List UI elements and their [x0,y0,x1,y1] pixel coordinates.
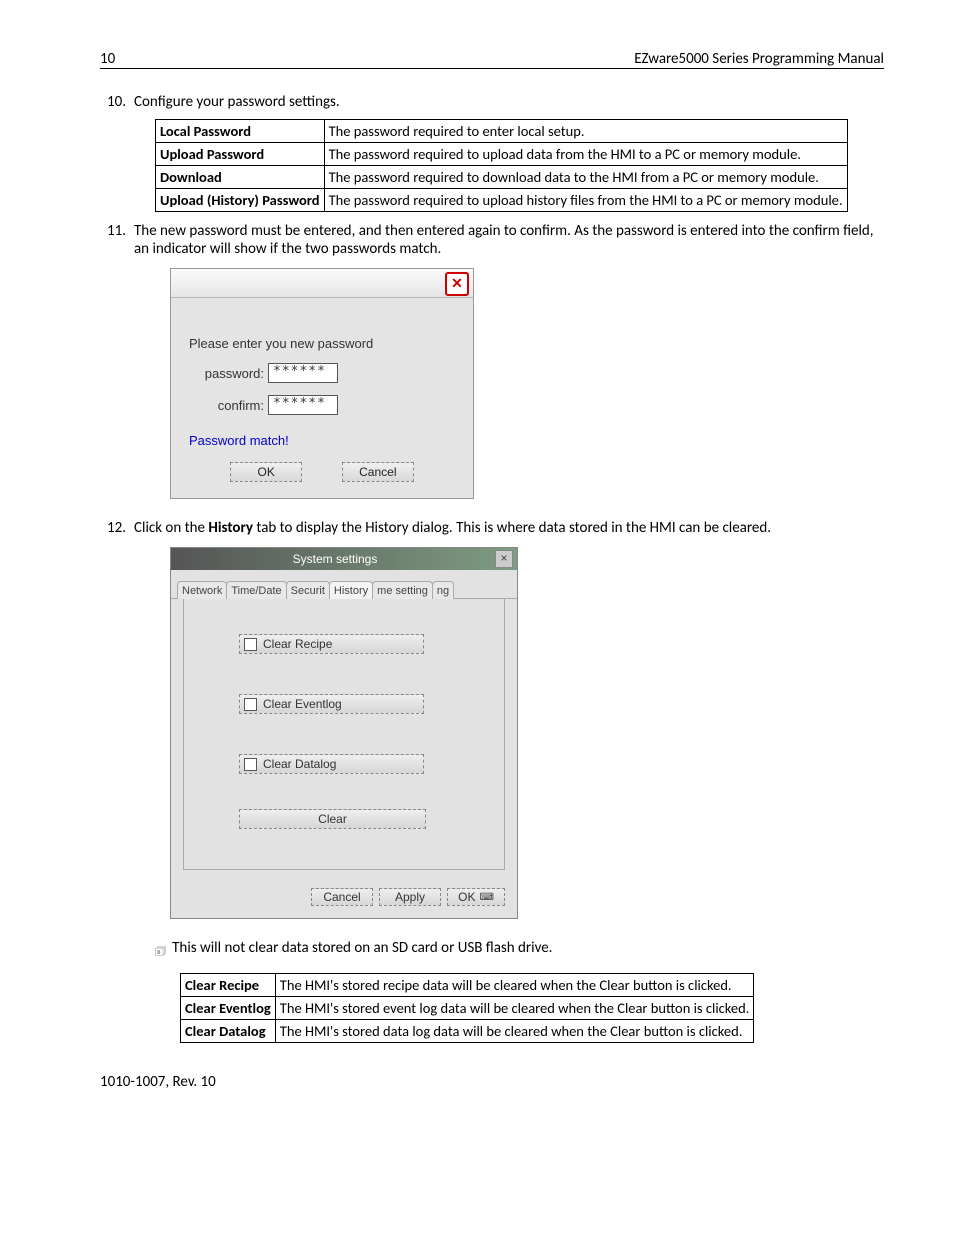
tab-partial-2[interactable]: ng [432,581,454,599]
history-panel: Clear Recipe Clear Eventlog Clear Datalo… [183,599,505,870]
password-definitions-table: Local Password The password required to … [155,119,848,212]
note: 🗊 This will not clear data stored on an … [155,939,884,963]
step-text: Configure your password settings. [134,93,884,111]
term: Clear Eventlog [181,997,276,1020]
definition: The HMI's stored event log data will be … [275,997,754,1020]
term: Clear Datalog [181,1020,276,1043]
system-settings-dialog-figure: System settings × Network Time/Date Secu… [170,547,518,919]
step-number: 10. [100,93,134,111]
definition: The password required to upload data fro… [324,143,847,166]
dialog-titlebar: System settings × [171,548,517,570]
page-header: 10 EZware5000 Series Programming Manual [100,50,884,69]
dialog-prompt: Please enter you new password [189,336,455,351]
password-dialog-figure: ✕ Please enter you new password password… [170,268,474,499]
step-number: 11. [100,222,134,258]
term: Download [156,166,325,189]
step-text: Click on the History tab to display the … [134,519,884,537]
term: Clear Recipe [181,974,276,997]
definition: The password required to download data t… [324,166,847,189]
password-field[interactable]: ****** [268,363,338,383]
step-12: 12. Click on the History tab to display … [100,519,884,537]
tab-security[interactable]: Securit [286,581,330,599]
footer-revision: 1010-1007, Rev. 10 [100,1073,884,1091]
checkbox-icon [244,698,257,711]
dialog-title: System settings [175,552,495,566]
definition: The HMI's stored data log data will be c… [275,1020,754,1043]
term: Local Password [156,120,325,143]
password-label: password: [189,366,264,381]
page-number: 10 [100,50,115,68]
password-match-indicator: Password match! [189,433,455,448]
ok-button[interactable]: OK⌨ [447,888,505,906]
keyboard-icon: ⌨ [479,892,493,903]
clear-datalog-checkbox[interactable]: Clear Datalog [239,754,424,774]
term: Upload Password [156,143,325,166]
definition: The password required to upload history … [324,189,847,212]
table-row: Download The password required to downlo… [156,166,848,189]
table-row: Local Password The password required to … [156,120,848,143]
step-text: The new password must be entered, and th… [134,222,884,258]
checkbox-icon [244,758,257,771]
term: Upload (History) Password [156,189,325,212]
table-row: Clear Datalog The HMI's stored data log … [181,1020,754,1043]
confirm-field[interactable]: ****** [268,395,338,415]
step-11: 11. The new password must be entered, an… [100,222,884,258]
definition: The HMI's stored recipe data will be cle… [275,974,754,997]
tab-network[interactable]: Network [177,581,227,599]
clear-recipe-checkbox[interactable]: Clear Recipe [239,634,424,654]
step-10: 10. Configure your password settings. [100,93,884,111]
table-row: Clear Recipe The HMI's stored recipe dat… [181,974,754,997]
cancel-button[interactable]: Cancel [311,888,373,906]
dialog-titlebar: ✕ [171,269,473,298]
apply-button[interactable]: Apply [379,888,441,906]
doc-title: EZware5000 Series Programming Manual [634,50,884,68]
tab-history[interactable]: History [329,581,373,599]
clear-button[interactable]: Clear [239,809,426,829]
step-number: 12. [100,519,134,537]
close-icon[interactable]: × [495,550,513,568]
clear-options-table: Clear Recipe The HMI's stored recipe dat… [180,973,754,1043]
ok-button[interactable]: OK [230,462,302,482]
table-row: Clear Eventlog The HMI's stored event lo… [181,997,754,1020]
table-row: Upload Password The password required to… [156,143,848,166]
checkbox-icon [244,638,257,651]
tab-partial-1[interactable]: me setting [372,581,433,599]
definition: The password required to enter local set… [324,120,847,143]
clear-eventlog-checkbox[interactable]: Clear Eventlog [239,694,424,714]
tab-timedate[interactable]: Time/Date [226,581,286,599]
close-icon[interactable]: ✕ [445,272,469,296]
cancel-button[interactable]: Cancel [342,462,414,482]
note-icon: 🗊 [155,942,166,963]
confirm-label: confirm: [189,398,264,413]
note-text: This will not clear data stored on an SD… [172,939,552,957]
table-row: Upload (History) Password The password r… [156,189,848,212]
tab-strip: Network Time/Date Securit History me set… [171,570,517,599]
